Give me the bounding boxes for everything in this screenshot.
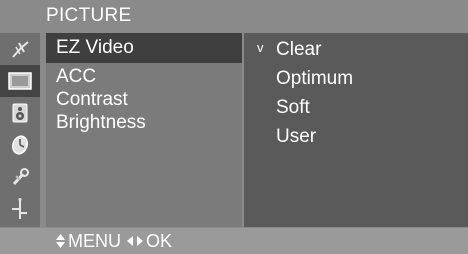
- signal-input-icon[interactable]: [0, 193, 40, 225]
- category-icon-column: [0, 33, 40, 227]
- picture-osd-menu: PICTURE EZ Video ACC Contrast Brightness…: [0, 0, 468, 254]
- left-right-arrow-icon: [127, 236, 143, 246]
- menu-item-contrast[interactable]: Contrast: [56, 89, 128, 111]
- menu-item-acc[interactable]: ACC: [56, 66, 96, 88]
- wrench-icon-glyph: [12, 168, 29, 186]
- navigation-hint: MENU OK: [56, 230, 172, 252]
- navigation-hint-bar: MENU OK: [0, 228, 468, 254]
- ok-key-label: OK: [146, 231, 173, 251]
- menu-item-brightness[interactable]: Brightness: [56, 112, 146, 134]
- menu-key-label: MENU: [68, 231, 121, 251]
- antenna-icon[interactable]: [0, 33, 40, 65]
- submenu-option-optimum[interactable]: Optimum: [276, 68, 353, 90]
- checked-mark: v: [257, 40, 264, 55]
- clock-icon[interactable]: [0, 129, 40, 161]
- menu-item-ez-video[interactable]: EZ Video: [56, 37, 134, 59]
- picture-icon[interactable]: [0, 65, 40, 97]
- menu-title: PICTURE: [46, 5, 132, 26]
- submenu-option-soft[interactable]: Soft: [276, 97, 310, 119]
- ez-video-submenu: v Clear Optimum Soft User: [244, 33, 468, 227]
- speaker-icon-glyph: [12, 103, 28, 123]
- clock-icon-glyph: [11, 135, 29, 155]
- antenna-icon-glyph: [12, 41, 29, 58]
- submenu-option-user[interactable]: User: [276, 126, 316, 148]
- signal-input-icon-glyph: [12, 198, 27, 219]
- speaker-icon[interactable]: [0, 97, 40, 129]
- picture-menu-list: EZ Video ACC Contrast Brightness: [46, 33, 242, 227]
- up-down-arrow-icon: [56, 234, 65, 248]
- submenu-option-clear[interactable]: Clear: [276, 39, 321, 61]
- picture-icon-glyph: [8, 72, 32, 90]
- wrench-icon[interactable]: [0, 161, 40, 193]
